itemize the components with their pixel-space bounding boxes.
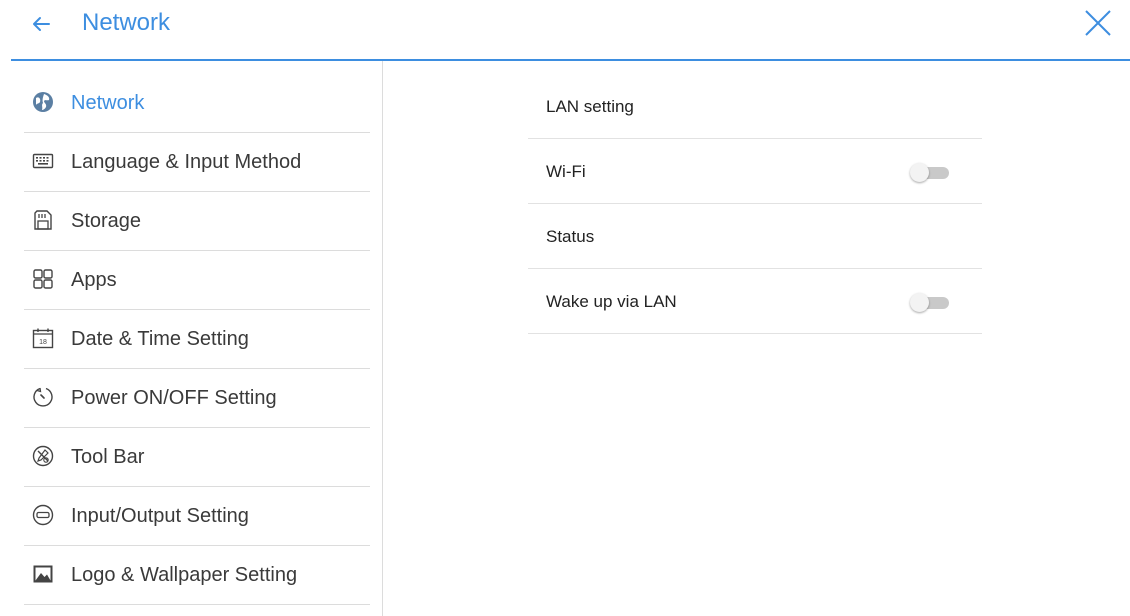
sidebar-item-label: Logo & Wallpaper Setting	[71, 564, 298, 586]
wifi-label: Wi-Fi	[546, 162, 586, 181]
sidebar-item-toolbar[interactable]: Tool Bar	[24, 427, 370, 487]
sidebar-item-label: Date & Time Setting	[71, 328, 249, 350]
back-button[interactable]	[28, 8, 58, 38]
wake-on-lan-label: Wake up via LAN	[546, 292, 677, 311]
wake-on-lan-row[interactable]: Wake up via LAN	[528, 269, 982, 334]
toggle-knob	[910, 293, 929, 312]
wifi-toggle[interactable]	[909, 162, 953, 182]
wifi-row[interactable]: Wi-Fi	[528, 139, 982, 204]
calendar-date-text: 18	[39, 339, 47, 346]
sidebar-item-storage[interactable]: Storage	[24, 191, 370, 251]
lan-setting-row[interactable]: LAN setting	[528, 74, 982, 139]
timer-icon	[33, 387, 53, 407]
network-settings-list: LAN setting Wi-Fi Status Wake up via LAN	[528, 74, 982, 334]
sd-card-icon	[34, 210, 52, 230]
toggle-knob	[910, 163, 929, 182]
toolbar-icon	[32, 445, 54, 467]
sidebar-item-label: Storage	[71, 210, 142, 232]
sidebar-item-logo-wallpaper[interactable]: Logo & Wallpaper Setting	[24, 545, 370, 605]
sidebar-item-label: Apps	[71, 269, 117, 291]
keyboard-icon	[32, 153, 54, 169]
sidebar-item-language[interactable]: Language & Input Method	[24, 132, 370, 192]
sidebar-item-apps[interactable]: Apps	[24, 250, 370, 310]
sidebar-item-label: Power ON/OFF Setting	[71, 387, 277, 409]
sidebar-item-label: Language & Input Method	[71, 151, 302, 173]
lan-setting-label: LAN setting	[546, 97, 634, 116]
calendar-icon: 18	[32, 328, 54, 349]
sidebar-item-date-time[interactable]: 18 Date & Time Setting	[24, 309, 370, 369]
close-button[interactable]	[1083, 8, 1113, 38]
status-row[interactable]: Status	[528, 204, 982, 269]
status-label: Status	[546, 227, 595, 246]
sidebar-item-label: Tool Bar	[71, 446, 145, 468]
image-icon	[33, 565, 53, 583]
close-icon	[1085, 10, 1111, 36]
sidebar-item-network[interactable]: Network	[24, 73, 370, 133]
wake-on-lan-toggle[interactable]	[909, 292, 953, 312]
globe-icon	[33, 92, 53, 112]
sidebar-item-power[interactable]: Power ON/OFF Setting	[24, 368, 370, 428]
settings-sidebar: Network Language & Input Method Storage	[0, 61, 383, 616]
sidebar-item-label: Network	[71, 92, 145, 114]
sidebar-item-input-output[interactable]: Input/Output Setting	[24, 486, 370, 546]
io-port-icon	[32, 504, 54, 526]
sidebar-item-label: Input/Output Setting	[71, 505, 249, 527]
apps-grid-icon	[33, 269, 53, 289]
header-bar: Network	[0, 0, 1130, 61]
arrow-left-icon	[33, 17, 50, 31]
page-title: Network	[82, 9, 171, 36]
